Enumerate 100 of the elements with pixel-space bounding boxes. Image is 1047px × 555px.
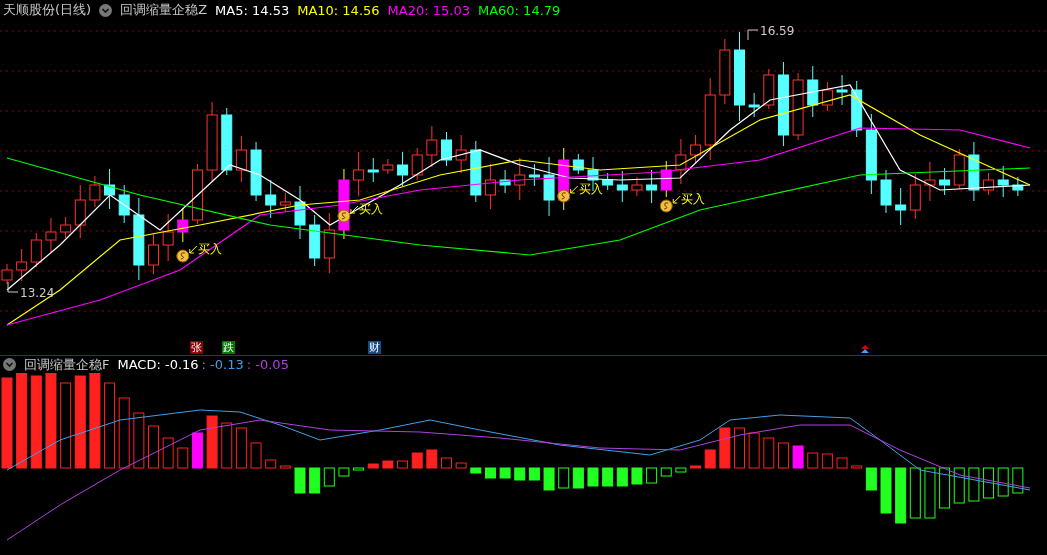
- macd-histogram-bar: [631, 467, 643, 485]
- macd-histogram-bar: [851, 465, 863, 469]
- candlestick: [543, 156, 555, 217]
- macd-histogram-bar: [763, 437, 775, 469]
- macd-histogram-bar: [367, 463, 379, 469]
- candlestick: [426, 125, 438, 168]
- candlestick: [807, 65, 819, 118]
- collapse-chevron-icon[interactable]: [99, 3, 113, 17]
- collapse-chevron-icon[interactable]: [3, 358, 16, 371]
- macd-histogram-bar: [953, 467, 965, 504]
- candlestick: [968, 141, 980, 202]
- candlestick: [397, 151, 409, 187]
- candlestick: [939, 167, 951, 196]
- candlestick: [792, 72, 804, 141]
- macd-histogram-bar: [294, 467, 306, 494]
- macd-histogram-bar: [660, 467, 672, 477]
- money-bag-icon: [176, 249, 190, 263]
- event-tag[interactable]: 跌: [222, 341, 235, 354]
- candlestick: [924, 161, 936, 202]
- candlestick: [997, 165, 1009, 198]
- macd-histogram-bar: [836, 457, 848, 469]
- candlestick: [499, 169, 511, 194]
- candlestick: [323, 212, 335, 274]
- macd-histogram-bar: [690, 465, 702, 469]
- candlestick: [895, 187, 907, 226]
- macd-histogram-bar: [616, 467, 628, 487]
- macd-value: MACD: -0.16: [117, 357, 199, 372]
- macd-histogram-bar: [484, 467, 496, 479]
- macd-histogram-bar: [983, 467, 995, 499]
- macd-histogram-bar: [309, 467, 321, 494]
- candlestick: [30, 232, 42, 268]
- leader-line: [7, 281, 19, 293]
- money-bag-icon: [557, 189, 571, 203]
- macd-histogram-bar: [250, 442, 262, 469]
- candlestick: [118, 184, 130, 224]
- macd-histogram-bar: [675, 467, 687, 473]
- leader-line: [747, 29, 759, 41]
- macd-histogram-bar: [602, 467, 614, 487]
- macd-histogram-bar: [499, 467, 511, 479]
- macd-histogram-bar: [587, 467, 599, 487]
- macd-histogram-bar: [704, 449, 716, 469]
- event-tag[interactable]: 张: [190, 341, 203, 354]
- candlestick: [821, 81, 833, 112]
- candlestick: [983, 172, 995, 196]
- macd-histogram-bar: [939, 467, 951, 509]
- candlestick: [104, 168, 116, 210]
- candlestick: [719, 38, 731, 105]
- macd-histogram-bar: [133, 412, 145, 469]
- macd-histogram-bar: [543, 467, 555, 491]
- macd-value: : -0.05: [246, 357, 289, 372]
- candlestick: [148, 233, 159, 275]
- money-bag-icon: [659, 199, 673, 213]
- candlestick: [162, 213, 174, 262]
- event-tag[interactable]: 财: [368, 341, 381, 354]
- candlestick: [646, 169, 658, 204]
- candlestick: [294, 185, 306, 240]
- moving-average-value: MA5: 14.53: [215, 2, 290, 18]
- macd-histogram-bar: [734, 427, 745, 469]
- macd-histogram-bar: [880, 467, 892, 514]
- macd-histogram-bar: [191, 432, 203, 469]
- candlestick: [45, 217, 57, 253]
- macd-histogram-bar: [265, 459, 277, 469]
- macd-histogram-bar: [382, 460, 394, 469]
- candlestick: [880, 169, 892, 214]
- candlestick: [309, 214, 321, 267]
- candlestick: [514, 157, 526, 201]
- macd-histogram-bar: [748, 432, 760, 469]
- candlestick: [191, 163, 203, 225]
- buy-signal-label: 买入: [197, 242, 222, 256]
- candlestick: [353, 151, 365, 197]
- candlestick: [836, 74, 848, 106]
- macd-histogram-bar: [821, 453, 833, 469]
- macd-histogram-bar: [279, 465, 291, 469]
- candlestick: [235, 135, 247, 183]
- candlestick: [851, 80, 863, 138]
- candlestick: [602, 172, 614, 191]
- macd-histogram-bar: [514, 467, 526, 481]
- arrow-icon: [570, 185, 579, 194]
- candlestick: [265, 179, 277, 219]
- candlestick: [279, 192, 291, 213]
- macd-histogram-bar: [997, 467, 1009, 497]
- buy-signal-label: 买入: [681, 192, 706, 206]
- moving-average-value: MA60: 14.79: [477, 2, 561, 18]
- candlestick: [660, 160, 672, 198]
- candlestick: [89, 175, 101, 208]
- candlestick: [441, 131, 452, 167]
- macd-histogram-bar: [909, 467, 921, 519]
- macd-histogram-bar: [895, 467, 907, 524]
- up-arrow-icon[interactable]: [861, 345, 869, 353]
- macd-histogram-bar: [719, 427, 731, 469]
- macd-value: : -0.13: [201, 357, 244, 372]
- candlestick: [748, 92, 760, 118]
- macd-histogram-bar: [118, 397, 130, 469]
- moving-average-value: MA20: 15.03: [387, 2, 470, 18]
- macd-histogram-bar: [426, 449, 438, 469]
- indicator-name: 回调缩量企稳Z: [120, 1, 208, 19]
- candlestick: [1012, 176, 1024, 197]
- macd-histogram-bar: [528, 467, 540, 481]
- candlestick: [484, 163, 496, 210]
- macd-histogram-bar: [646, 467, 658, 484]
